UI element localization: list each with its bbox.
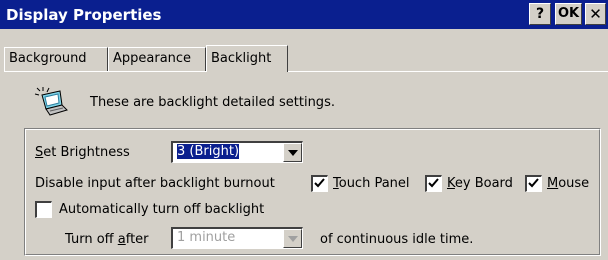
auto-off-label[interactable]: Automatically turn off backlight — [59, 202, 264, 217]
help-button[interactable]: ? — [529, 3, 551, 25]
keyboard-checkbox[interactable] — [425, 175, 442, 192]
brightness-label: Set Brightness — [35, 145, 130, 160]
touch-panel-checkbox[interactable] — [311, 175, 328, 192]
close-icon: ✕ — [589, 5, 602, 23]
turn-off-after-value: 1 minute — [177, 230, 236, 245]
close-button[interactable]: ✕ — [585, 3, 606, 25]
touch-panel-label[interactable]: Touch Panel — [333, 176, 410, 191]
keyboard-label[interactable]: Key Board — [447, 176, 513, 191]
check-icon — [528, 178, 539, 188]
tab-backlight-label: Backlight — [211, 51, 272, 66]
window-title: Display Properties — [6, 6, 162, 24]
chevron-down-icon[interactable] — [283, 229, 302, 248]
tab-backlight[interactable]: Backlight — [206, 45, 288, 72]
laptop-backlight-icon — [34, 86, 68, 116]
mouse-checkbox[interactable] — [525, 175, 542, 192]
tab-background[interactable]: Background — [4, 47, 108, 71]
turn-off-after-select[interactable]: 1 minute — [171, 227, 303, 249]
intro-text: These are backlight detailed settings. — [90, 95, 335, 110]
mouse-label[interactable]: Mouse — [547, 176, 589, 191]
chevron-down-icon[interactable] — [283, 143, 302, 162]
check-icon — [314, 178, 325, 188]
title-bar: Display Properties ? OK ✕ — [0, 0, 608, 29]
brightness-select[interactable]: 3 (Bright) — [171, 141, 303, 163]
check-icon — [428, 178, 439, 188]
idle-time-suffix: of continuous idle time. — [320, 232, 474, 247]
tab-background-label: Background — [9, 51, 87, 66]
tab-appearance[interactable]: Appearance — [108, 47, 206, 71]
brightness-value: 3 (Bright) — [177, 144, 240, 159]
tab-panel-border — [4, 71, 608, 72]
turn-off-after-label: Turn off after — [65, 232, 149, 247]
ok-button[interactable]: OK — [555, 3, 582, 25]
auto-off-checkbox[interactable] — [35, 201, 52, 218]
backlight-settings-group: Set Brightness 3 (Bright) Disable input … — [24, 128, 601, 256]
tab-appearance-label: Appearance — [113, 51, 192, 66]
disable-input-label: Disable input after backlight burnout — [35, 176, 275, 191]
